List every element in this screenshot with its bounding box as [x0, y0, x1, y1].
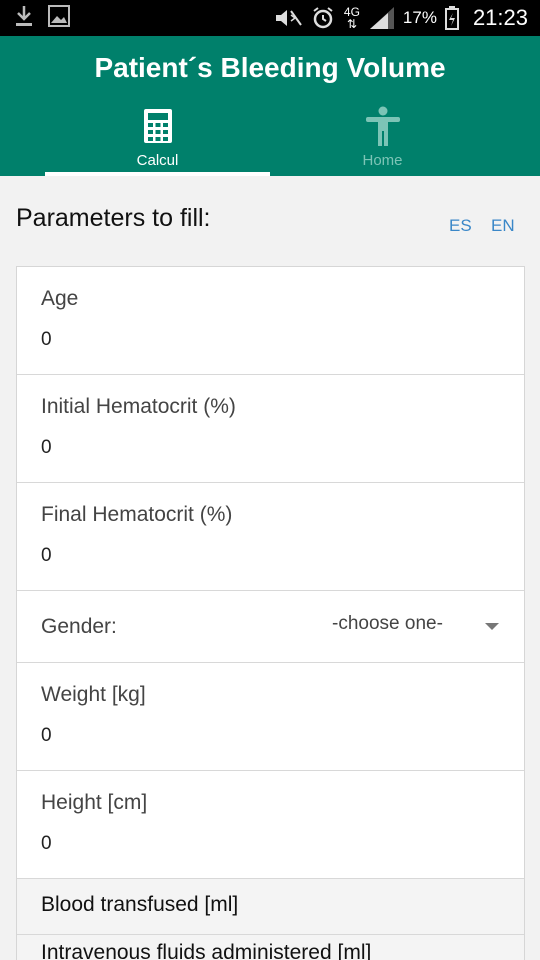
parameters-form: Age 0 Initial Hematocrit (%) 0 Final Hem…	[16, 266, 525, 960]
initial-hematocrit-label: Initial Hematocrit (%)	[41, 395, 236, 418]
app-title: Patient´s Bleeding Volume	[94, 52, 446, 83]
tab-home-label: Home	[362, 152, 403, 169]
calculator-icon	[143, 109, 172, 143]
image-icon	[48, 5, 70, 27]
tab-home[interactable]: Home	[270, 106, 495, 176]
weight-input[interactable]: 0	[41, 725, 491, 747]
blood-transfused-label: Blood transfused [ml]	[41, 893, 239, 916]
language-es-link[interactable]: ES	[449, 216, 472, 236]
network-type: 4G	[343, 5, 360, 19]
weight-field[interactable]: Weight [kg] 0	[17, 663, 524, 771]
alarm-icon	[313, 7, 333, 29]
chevron-down-icon[interactable]	[485, 623, 499, 630]
signal-icon	[369, 7, 394, 29]
initial-hematocrit-input[interactable]: 0	[41, 437, 491, 459]
tab-calcul[interactable]: Calcul	[45, 106, 270, 176]
clock: 21:23	[472, 5, 528, 30]
blood-transfused-header[interactable]: Blood transfused [ml]	[17, 879, 524, 935]
final-hematocrit-label: Final Hematocrit (%)	[41, 503, 233, 526]
final-hematocrit-input[interactable]: 0	[41, 545, 491, 567]
iv-fluids-label: Intravenous fluids administered [ml]	[41, 941, 372, 960]
battery-percent: 17%	[402, 8, 437, 27]
battery-icon	[444, 6, 459, 30]
age-field[interactable]: Age 0	[17, 267, 524, 375]
mute-icon	[275, 10, 302, 26]
download-icon	[16, 6, 32, 26]
gender-select[interactable]: -choose one-	[332, 613, 443, 635]
weight-label: Weight [kg]	[41, 683, 146, 706]
age-label: Age	[41, 287, 79, 310]
height-field[interactable]: Height [cm] 0	[17, 771, 524, 879]
iv-fluids-header[interactable]: Intravenous fluids administered [ml]	[17, 935, 524, 960]
final-hematocrit-field[interactable]: Final Hematocrit (%) 0	[17, 483, 524, 591]
tab-calcul-label: Calcul	[136, 152, 179, 169]
age-input[interactable]: 0	[41, 329, 491, 351]
person-icon	[365, 106, 400, 146]
app-header: Patient´s Bleeding Volume Calcul Home	[0, 36, 540, 176]
gender-label: Gender:	[41, 615, 117, 638]
initial-hematocrit-field[interactable]: Initial Hematocrit (%) 0	[17, 375, 524, 483]
gender-field: Gender: -choose one-	[17, 591, 524, 663]
height-input[interactable]: 0	[41, 833, 491, 855]
language-en-link[interactable]: EN	[491, 216, 515, 236]
height-label: Height [cm]	[41, 791, 148, 814]
status-bar: 4G ⇅ 17% 21:23	[0, 0, 540, 36]
active-tab-indicator	[45, 172, 270, 176]
section-title: Parameters to fill:	[16, 204, 211, 232]
